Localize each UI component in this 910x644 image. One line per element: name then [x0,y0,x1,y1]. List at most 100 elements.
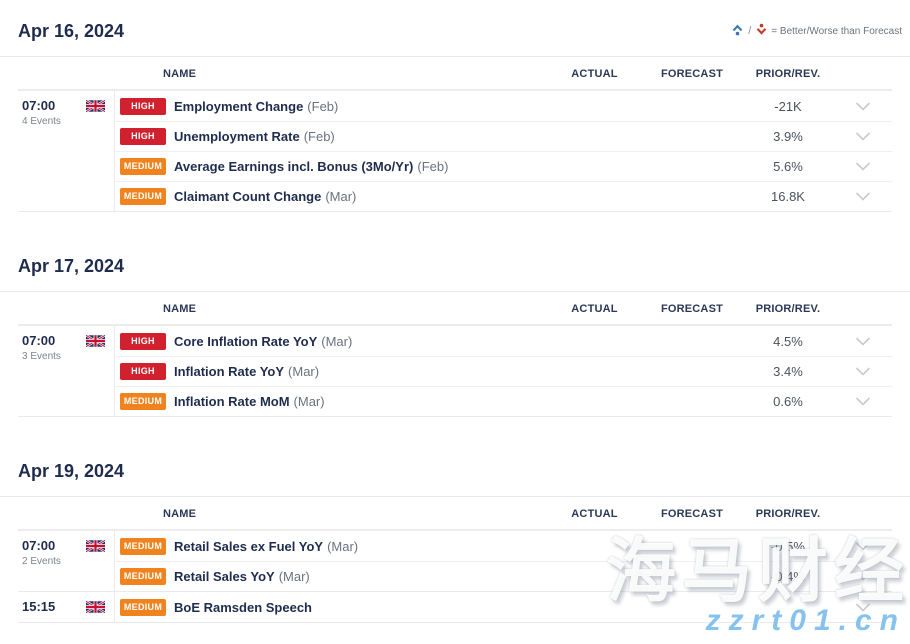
importance-badge: HIGH [120,98,166,115]
column-header-actual: ACTUAL [547,303,642,315]
chevron-down-icon[interactable] [834,387,892,416]
column-header-prior: PRIOR/REV. [742,508,834,520]
importance-badge: MEDIUM [120,538,166,555]
events-container: HIGH Employment Change (Feb) -21K HIGH U… [115,91,892,211]
importance-badge: MEDIUM [120,393,166,410]
time-group: 07:00 2 Events MEDIUM Retail Sales ex Fu… [18,531,892,592]
event-period: (Mar) [294,394,325,409]
chevron-down-icon[interactable] [834,531,892,561]
event-name: Inflation Rate YoY [174,364,284,379]
event-row[interactable]: HIGH Core Inflation Rate YoY (Mar) 4.5% [115,326,892,356]
event-name-cell: MEDIUM Retail Sales YoY (Mar) [115,568,547,585]
event-name: BoE Ramsden Speech [174,600,312,615]
event-name-cell: HIGH Employment Change (Feb) [115,98,547,115]
event-time: 07:00 [22,98,55,113]
chevron-down-icon[interactable] [834,326,892,356]
event-name-cell: MEDIUM Claimant Count Change (Mar) [115,188,547,205]
event-row[interactable]: HIGH Employment Change (Feb) -21K [115,91,892,121]
event-time: 15:15 [22,599,55,614]
column-header-actual: ACTUAL [547,508,642,520]
better-than-forecast-icon [731,23,744,39]
event-period: (Feb) [304,129,335,144]
event-row[interactable]: MEDIUM Inflation Rate MoM (Mar) 0.6% [115,386,892,416]
uk-flag-icon [86,540,105,552]
event-name-cell: HIGH Unemployment Rate (Feb) [115,128,547,145]
legend: / = Better/Worse than Forecast [731,23,902,39]
events-count: 3 Events [22,351,105,362]
event-name: Average Earnings incl. Bonus (3Mo/Yr) [174,159,413,174]
legend-separator: / [748,25,751,37]
event-row[interactable]: MEDIUM Average Earnings incl. Bonus (3Mo… [115,151,892,181]
chevron-down-icon[interactable] [834,122,892,151]
prior-value: -0.5% [742,539,834,554]
time-cell: 15:15 [18,592,115,622]
time-cell: 07:00 2 Events [18,531,115,591]
event-name: Inflation Rate MoM [174,394,290,409]
chevron-down-icon[interactable] [834,91,892,121]
event-name: Core Inflation Rate YoY [174,334,317,349]
table-header-row: NAME ACTUAL FORECAST PRIOR/REV. [18,497,892,531]
event-name-cell: MEDIUM Average Earnings incl. Bonus (3Mo… [115,158,547,175]
event-period: (Feb) [417,159,448,174]
table-header-row: NAME ACTUAL FORECAST PRIOR/REV. [18,57,892,91]
event-name: Employment Change [174,99,303,114]
chevron-down-icon[interactable] [834,357,892,386]
column-header-forecast: FORECAST [642,68,742,80]
event-name: Unemployment Rate [174,129,300,144]
event-name: Retail Sales ex Fuel YoY [174,539,323,554]
column-header-forecast: FORECAST [642,508,742,520]
groups-container: 07:00 3 Events HIGH Core Inflation Rate … [18,326,892,417]
prior-value: 3.9% [742,129,834,144]
event-time: 07:00 [22,333,55,348]
importance-badge: MEDIUM [120,568,166,585]
time-group: 07:00 4 Events HIGH Employment Change (F… [18,91,892,212]
events-table: NAME ACTUAL FORECAST PRIOR/REV. 07:00 [18,292,892,417]
event-period: (Feb) [307,99,338,114]
calendar-day-section: Apr 17, 2024 NAME ACTUAL FORECAST PRIOR/… [18,212,892,417]
importance-badge: HIGH [120,333,166,350]
time-group: 07:00 3 Events HIGH Core Inflation Rate … [18,326,892,417]
event-row[interactable]: HIGH Inflation Rate YoY (Mar) 3.4% [115,356,892,386]
column-header-name: NAME [115,68,547,80]
event-name-cell: MEDIUM BoE Ramsden Speech [115,599,547,616]
importance-badge: HIGH [120,128,166,145]
event-row[interactable]: MEDIUM Retail Sales ex Fuel YoY (Mar) -0… [115,531,892,561]
event-row[interactable]: HIGH Unemployment Rate (Feb) 3.9% [115,121,892,151]
event-period: (Mar) [321,334,352,349]
prior-value: 4.5% [742,334,834,349]
uk-flag-icon [86,100,105,112]
time-group: 15:15 MEDIUM BoE Ramsden Speech [18,592,892,623]
event-name-cell: HIGH Core Inflation Rate YoY (Mar) [115,333,547,350]
event-row[interactable]: MEDIUM Claimant Count Change (Mar) 16.8K [115,181,892,211]
chevron-down-icon[interactable] [834,182,892,211]
chevron-down-icon[interactable] [834,562,892,591]
event-row[interactable]: MEDIUM Retail Sales YoY (Mar) -0.4% [115,561,892,591]
importance-badge: MEDIUM [120,188,166,205]
events-table: NAME ACTUAL FORECAST PRIOR/REV. 07:00 [18,57,892,212]
importance-badge: MEDIUM [120,158,166,175]
event-name: Retail Sales YoY [174,569,275,584]
event-name-cell: HIGH Inflation Rate YoY (Mar) [115,363,547,380]
prior-value: 0.6% [742,394,834,409]
prior-value: -21K [742,99,834,114]
events-container: MEDIUM Retail Sales ex Fuel YoY (Mar) -0… [115,531,892,591]
date-heading: Apr 19, 2024 [18,417,892,496]
date-heading: Apr 17, 2024 [18,212,892,291]
prior-value: 16.8K [742,189,834,204]
economic-calendar-page: / = Better/Worse than Forecast Apr 16, 2… [0,0,910,623]
importance-badge: HIGH [120,363,166,380]
groups-container: 07:00 2 Events MEDIUM Retail Sales ex Fu… [18,531,892,623]
table-header-row: NAME ACTUAL FORECAST PRIOR/REV. [18,292,892,326]
chevron-down-icon[interactable] [834,152,892,181]
chevron-down-icon[interactable] [834,592,892,622]
event-period: (Mar) [327,539,358,554]
prior-value: 3.4% [742,364,834,379]
legend-text: = Better/Worse than Forecast [771,26,902,37]
event-period: (Mar) [279,569,310,584]
events-count: 2 Events [22,556,105,567]
events-container: HIGH Core Inflation Rate YoY (Mar) 4.5% … [115,326,892,416]
event-row[interactable]: MEDIUM BoE Ramsden Speech [115,592,892,622]
event-time: 07:00 [22,538,55,553]
column-header-name: NAME [115,303,547,315]
column-header-prior: PRIOR/REV. [742,303,834,315]
